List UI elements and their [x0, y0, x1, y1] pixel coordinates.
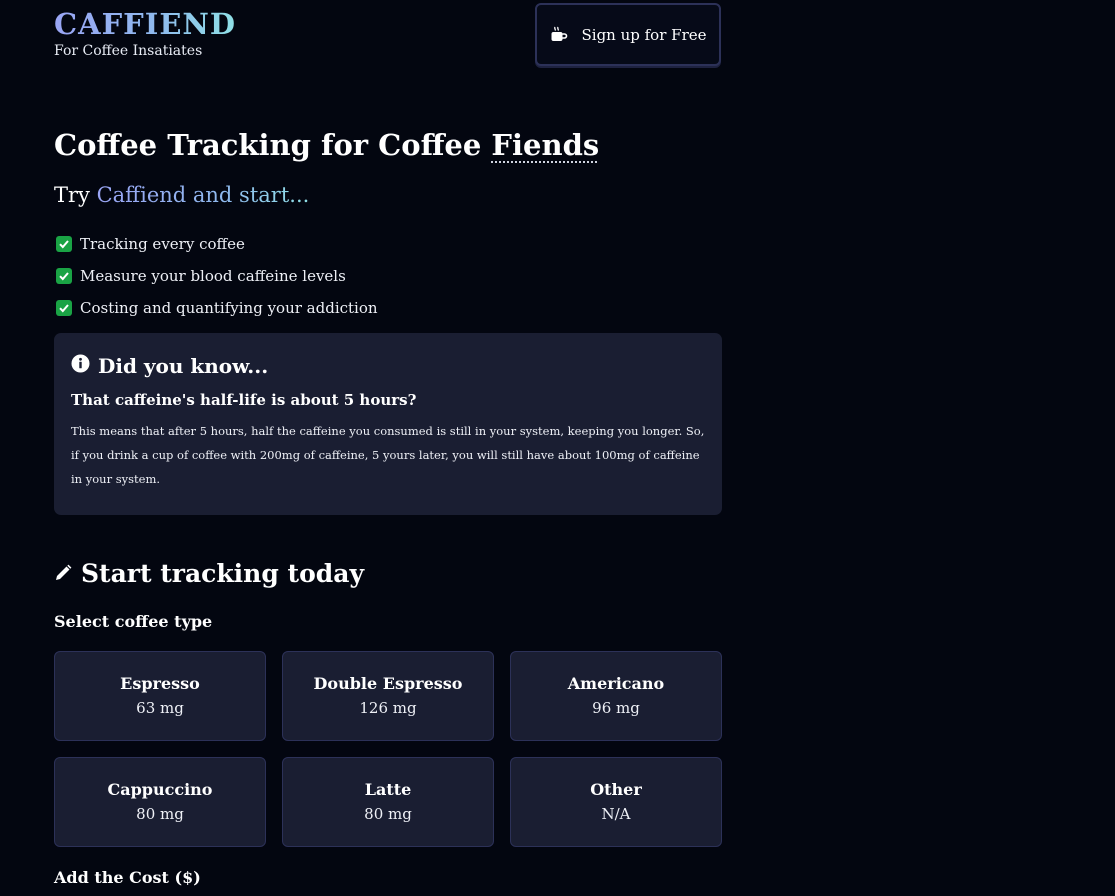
coffee-name: Americano	[567, 674, 665, 693]
coffee-name: Cappuccino	[107, 780, 213, 799]
coffee-name: Other	[590, 780, 642, 799]
signup-label: Sign up for Free	[581, 25, 707, 44]
page: CAFFIEND For Coffee Insatiates Sign up f…	[0, 0, 1115, 896]
coffee-option-latte[interactable]: Latte 80 mg	[282, 757, 494, 847]
brand-tagline: For Coffee Insatiates	[54, 43, 203, 59]
brand: CAFFIEND For Coffee Insatiates	[54, 6, 236, 60]
mug-icon	[550, 26, 568, 44]
feature-item: Costing and quantifying your addiction	[56, 292, 378, 324]
tracking-title-text: Start tracking today	[81, 559, 364, 588]
coffee-option-double-espresso[interactable]: Double Espresso 126 mg	[282, 651, 494, 741]
signup-button[interactable]: Sign up for Free	[535, 3, 721, 66]
try-prefix: Try	[54, 183, 97, 207]
info-body: This means that after 5 hours, half the …	[71, 424, 705, 486]
feature-label: Measure your blood caffeine levels	[80, 267, 346, 285]
coffee-caffeine: 126 mg	[359, 699, 417, 717]
select-coffee-label: Select coffee type	[54, 612, 213, 631]
hero-title-text: Coffee Tracking for Coffee	[54, 128, 492, 162]
try-line: Try Caffiend and start...	[54, 180, 309, 210]
coffee-option-other[interactable]: Other N/A	[510, 757, 722, 847]
coffee-name: Espresso	[120, 674, 200, 693]
coffee-caffeine: N/A	[601, 805, 631, 823]
coffee-type-grid: Espresso 63 mg Double Espresso 126 mg Am…	[54, 651, 722, 847]
coffee-caffeine: 96 mg	[592, 699, 640, 717]
pencil-icon	[54, 556, 72, 592]
tracking-section-title: Start tracking today	[54, 556, 364, 592]
coffee-caffeine: 80 mg	[364, 805, 412, 823]
hero-title: Coffee Tracking for Coffee Fiends	[54, 124, 599, 166]
feature-label: Costing and quantifying your addiction	[80, 299, 378, 317]
feature-list: Tracking every coffee Measure your blood…	[56, 228, 378, 324]
did-you-know-card: Did you know... That caffeine's half-lif…	[54, 333, 722, 515]
info-icon	[71, 353, 90, 379]
checkmark-icon	[56, 300, 72, 316]
checkmark-icon	[56, 236, 72, 252]
info-subheading: That caffeine's half-life is about 5 hou…	[71, 391, 417, 409]
feature-item: Tracking every coffee	[56, 228, 378, 260]
coffee-option-americano[interactable]: Americano 96 mg	[510, 651, 722, 741]
coffee-caffeine: 63 mg	[136, 699, 184, 717]
coffee-option-cappuccino[interactable]: Cappuccino 80 mg	[54, 757, 266, 847]
try-highlight: Caffiend and start...	[96, 183, 310, 207]
info-heading-text: Did you know...	[98, 354, 269, 378]
info-heading: Did you know...	[71, 353, 705, 379]
checkmark-icon	[56, 268, 72, 284]
brand-title: CAFFIEND	[54, 7, 237, 41]
feature-label: Tracking every coffee	[80, 235, 245, 253]
add-cost-label: Add the Cost ($)	[54, 868, 201, 887]
hero-title-abbr: Fiends	[491, 128, 600, 162]
coffee-name: Latte	[364, 780, 412, 799]
coffee-option-espresso[interactable]: Espresso 63 mg	[54, 651, 266, 741]
coffee-caffeine: 80 mg	[136, 805, 184, 823]
coffee-name: Double Espresso	[313, 674, 463, 693]
feature-item: Measure your blood caffeine levels	[56, 260, 378, 292]
